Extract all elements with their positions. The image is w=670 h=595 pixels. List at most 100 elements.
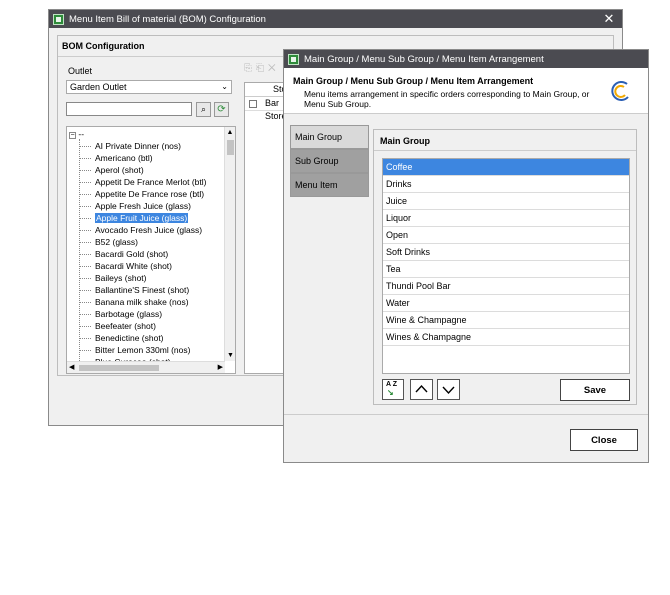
tree-root[interactable]: − -- [69, 129, 84, 139]
tree-item-label: Ballantine'S Finest (shot) [95, 285, 190, 295]
tab-main-group[interactable]: Main Group [290, 125, 369, 149]
chevron-up-icon [415, 384, 428, 393]
arrangement-window-title: Main Group / Menu Sub Group / Menu Item … [304, 53, 544, 65]
footer-divider [284, 414, 648, 415]
tree-item-label: Barbotage (glass) [95, 309, 163, 319]
tree-list: AI Private Dinner (nos) Americano (btl) Ap… [67, 140, 219, 368]
tree-horizontal-scrollbar[interactable]: ◀ ▶ [67, 361, 225, 373]
outlet-value: Garden Outlet [70, 82, 127, 92]
tree-item-label: B52 (glass) [95, 237, 138, 247]
move-up-button[interactable] [410, 379, 433, 400]
tree-item[interactable]: B52 (glass) [67, 236, 219, 248]
arrangement-titlebar[interactable]: Main Group / Menu Sub Group / Menu Item … [284, 50, 648, 68]
tree-item[interactable]: Barbotage (glass) [67, 308, 219, 320]
tree-item-label: Appetite De France rose (btl) [95, 189, 205, 199]
panel-title: Main Group [380, 136, 430, 146]
tree-item[interactable]: Apple Fresh Juice (glass) [67, 200, 219, 212]
list-item[interactable]: Wine & Champagne [383, 312, 629, 329]
tree-item[interactable]: Baileys (shot) [67, 272, 219, 284]
tree-item-label: Apple Fruit Juice (glass) [95, 213, 189, 223]
tree-item-label: Baileys (shot) [95, 273, 147, 283]
tree-item-label: Apple Fresh Juice (glass) [95, 201, 191, 211]
delete-icon[interactable]: ✕ [268, 63, 280, 74]
tree-item[interactable]: Banana milk shake (nos) [67, 296, 219, 308]
bom-titlebar[interactable]: Menu Item Bill of material (BOM) Configu… [49, 10, 622, 28]
tree-item[interactable]: Bitter Lemon 330ml (nos) [67, 344, 219, 356]
page-title: Main Group / Menu Sub Group / Menu Item … [293, 76, 534, 86]
close-button[interactable]: Close [570, 429, 638, 451]
tree-item-label: Benedictine (shot) [95, 333, 164, 343]
tree-item[interactable]: Bacardi White (shot) [67, 260, 219, 272]
move-down-button[interactable] [437, 379, 460, 400]
tree-item-label: Bitter Lemon 330ml (nos) [95, 345, 191, 355]
tree-root-label: -- [78, 129, 85, 139]
app-icon [288, 53, 299, 65]
tree-item[interactable]: Apple Fruit Juice (glass) [67, 212, 219, 224]
tree-item-label: Banana milk shake (nos) [95, 297, 189, 307]
tree-item[interactable]: Appetite De France rose (btl) [67, 188, 219, 200]
list-item[interactable]: Juice [383, 193, 629, 210]
tree-item[interactable]: Ballantine'S Finest (shot) [67, 284, 219, 296]
scroll-down-icon[interactable]: ▼ [225, 350, 235, 361]
paste-icon[interactable]: ⎗ [256, 63, 268, 74]
tree-item[interactable]: Americano (btl) [67, 152, 219, 164]
main-group-list: Coffee Drinks Juice Liquor Open Soft Drinks Te… [382, 158, 630, 374]
close-icon[interactable]: ✕ [602, 11, 616, 27]
tree-item[interactable]: Bacardi Gold (shot) [67, 248, 219, 260]
tree-item[interactable]: Beefeater (shot) [67, 320, 219, 332]
sort-arrow-icon: ↘ [387, 388, 394, 397]
refresh-icon[interactable]: ⟳ [214, 102, 229, 117]
tab-sub-group[interactable]: Sub Group [290, 149, 369, 173]
scroll-up-icon[interactable]: ▲ [225, 127, 235, 138]
tree-item-label: Americano (btl) [95, 153, 153, 163]
save-button[interactable]: Save [560, 379, 630, 401]
collapse-icon[interactable]: − [69, 132, 76, 139]
outlet-select[interactable]: Garden Outlet ⌄ [66, 80, 232, 94]
company-logo [610, 80, 632, 102]
binoculars-icon[interactable]: ⌕ [196, 102, 211, 117]
scroll-left-icon[interactable]: ◀ [69, 363, 74, 371]
tree-vertical-scrollbar[interactable]: ▲ ▼ [224, 127, 235, 361]
tree-item-label: Bacardi Gold (shot) [95, 249, 169, 259]
sort-az-button[interactable]: A Z ↘ [382, 379, 404, 400]
tree-item[interactable]: Benedictine (shot) [67, 332, 219, 344]
tree-item-label: Appetit De France Merlot (btl) [95, 177, 207, 187]
arrangement-window: Main Group / Menu Sub Group / Menu Item … [283, 49, 649, 463]
list-item[interactable]: Coffee [383, 159, 629, 176]
hscroll-thumb[interactable] [79, 365, 159, 371]
divider [374, 150, 636, 151]
tree-item[interactable]: Avocado Fresh Juice (glass) [67, 224, 219, 236]
list-item[interactable]: Tea [383, 261, 629, 278]
list-item[interactable]: Liquor [383, 210, 629, 227]
section-title: BOM Configuration [62, 41, 145, 51]
side-tabs: Main Group Sub Group Menu Item [290, 125, 370, 395]
main-group-panel: Main Group Coffee Drinks Juice Liquor Open So… [373, 129, 637, 405]
scroll-right-icon[interactable]: ▶ [218, 363, 223, 371]
copy-icon[interactable]: ⎘ [244, 63, 256, 74]
list-item[interactable]: Open [383, 227, 629, 244]
scroll-thumb[interactable] [227, 140, 234, 155]
description: Menu items arrangement in specific order… [304, 89, 590, 109]
tree-item-label: Avocado Fresh Juice (glass) [95, 225, 203, 235]
list-item[interactable]: Water [383, 295, 629, 312]
tree-item[interactable]: Aperol (shot) [67, 164, 219, 176]
tree-item[interactable]: Appetit De France Merlot (btl) [67, 176, 219, 188]
tree-item-label: Aperol (shot) [95, 165, 144, 175]
app-icon [53, 13, 64, 25]
list-item[interactable]: Thundi Pool Bar [383, 278, 629, 295]
bom-window-title: Menu Item Bill of material (BOM) Configu… [69, 13, 266, 25]
list-item[interactable]: Wines & Champagne [383, 329, 629, 346]
tree-item-label: AI Private Dinner (nos) [95, 141, 181, 151]
tree-item[interactable]: AI Private Dinner (nos) [67, 140, 219, 152]
row-checkbox[interactable] [249, 100, 257, 108]
chevron-down-icon: ⌄ [221, 82, 228, 91]
sort-az-icon: A Z [386, 381, 398, 388]
search-input[interactable] [66, 102, 192, 116]
tree-item-label: Beefeater (shot) [95, 321, 156, 331]
list-item[interactable]: Soft Drinks [383, 244, 629, 261]
menu-item-tree: − -- AI Private Dinner (nos) Americano (b… [66, 126, 236, 374]
toolbar-copy-icons: ⎘⎗✕ [244, 63, 280, 74]
chevron-down-icon [442, 386, 455, 395]
tab-menu-item[interactable]: Menu Item [290, 173, 369, 197]
list-item[interactable]: Drinks [383, 176, 629, 193]
